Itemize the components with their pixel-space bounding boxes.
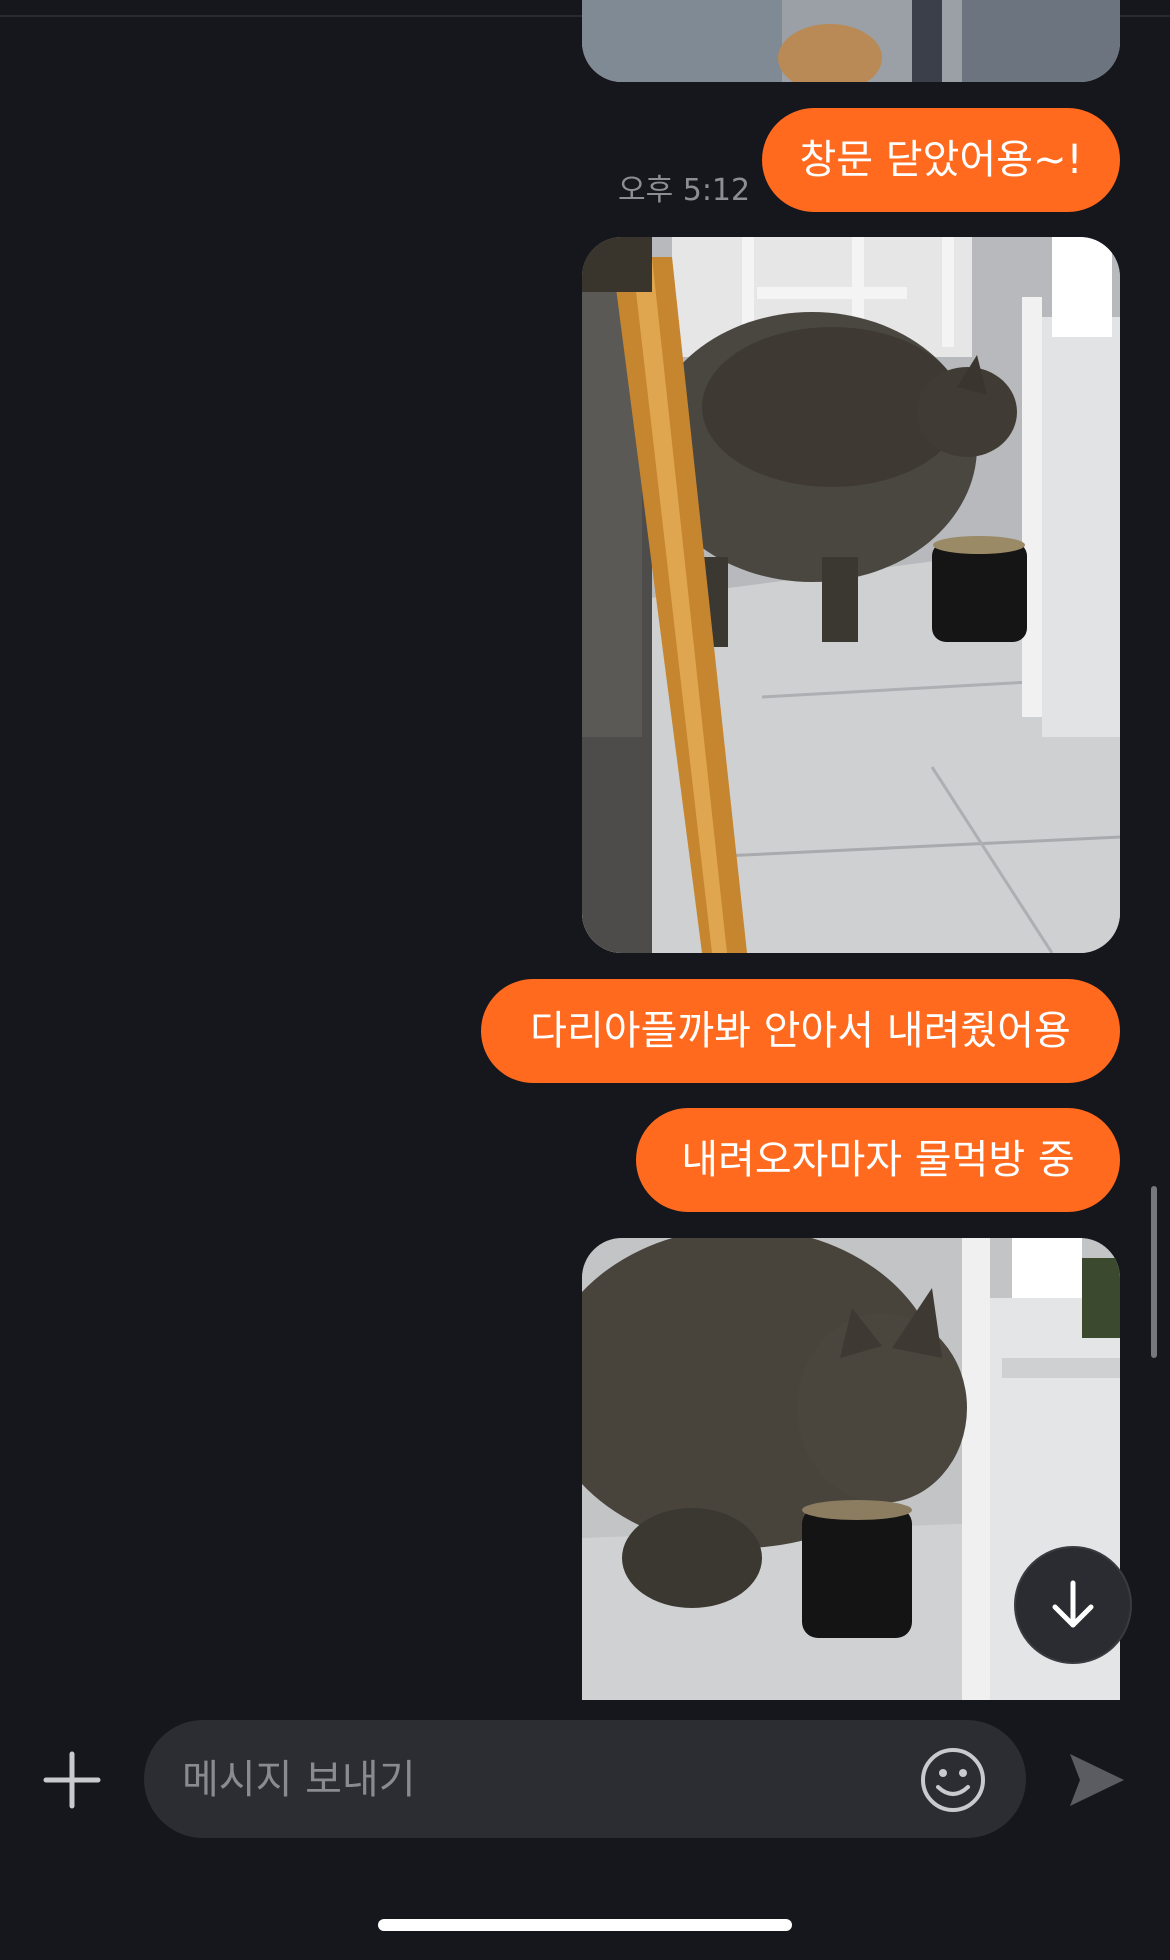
home-indicator [378,1919,792,1931]
photo-2-image [582,237,1120,953]
message-text-2: 다리아플까봐 안아서 내려줬어용 [530,1008,1071,1054]
message-bubble-1[interactable]: 창문 닫았어용~! [762,108,1120,212]
smiley-icon[interactable] [918,1745,988,1815]
message-bubble-3[interactable]: 내려오자마자 물먹방 중 [636,1108,1120,1212]
photo-message-2[interactable] [582,237,1120,953]
message-bubble-2[interactable]: 다리아플까봐 안아서 내려줬어용 [481,979,1120,1083]
scroll-to-bottom-button[interactable] [1014,1546,1132,1664]
message-text-1: 창문 닫았어용~! [799,137,1083,183]
message-text-3: 내려오자마자 물먹방 중 [681,1137,1075,1183]
plus-icon[interactable] [40,1748,104,1812]
photo-1-image [582,0,1120,82]
message-input-box[interactable] [144,1720,1026,1840]
message-timestamp: 오후 5:12 [618,173,751,208]
send-icon[interactable] [1064,1748,1128,1812]
message-input[interactable] [180,1720,884,1840]
arrow-down-icon [1052,1580,1094,1628]
scrollbar[interactable] [1151,1186,1157,1358]
photo-message-1[interactable] [582,0,1120,82]
